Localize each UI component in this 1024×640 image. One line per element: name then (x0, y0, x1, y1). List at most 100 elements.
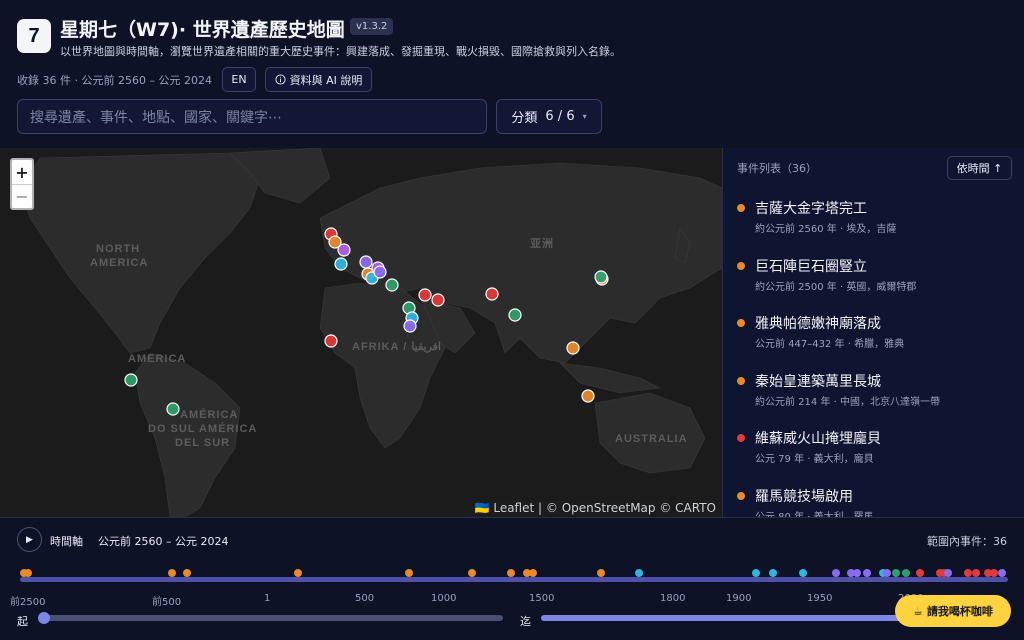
timeline-dot (902, 569, 910, 577)
map-label-north: NORTH (96, 243, 140, 255)
map-marker (166, 402, 180, 416)
timeline-dot (832, 569, 840, 577)
zoom-out-button[interactable]: − (12, 184, 32, 208)
timeline-dot (883, 569, 891, 577)
category-dot-icon (737, 434, 745, 442)
collection-meta: 收錄 36 件 · 公元前 2560 – 公元 2024 (17, 74, 212, 87)
category-dot-icon (737, 491, 745, 500)
event-name: 羅馬競技場啟用 (755, 488, 853, 505)
tick-label: 前2500 (10, 597, 46, 608)
map-label-america-central: AMERICA (128, 353, 186, 365)
map-attribution[interactable]: 🇺🇦 Leaflet | © OpenStreetMap © CARTO (470, 500, 720, 516)
event-list-panel: 事件列表（36） 依時間 ↑ 吉薩大金字塔完工 約公元前 2560 年 · 埃及，… (722, 148, 1024, 517)
map-marker (418, 288, 432, 302)
end-slider[interactable] (541, 615, 921, 621)
timeline-dot (972, 569, 980, 577)
map-label-australia: AUSTRALIA (615, 433, 688, 445)
start-slider-label: 起 (17, 615, 28, 628)
tick-label: 1000 (431, 593, 457, 604)
language-button[interactable]: EN (222, 67, 256, 92)
tick-label: 1900 (726, 593, 752, 604)
logo: 7 (17, 19, 51, 53)
event-detail: 公元 79 年 · 義大利，龐貝 (755, 454, 874, 465)
world-map[interactable]: NORTH AMERICA AMERICA AMÉRICA DO SUL AMÉ… (0, 148, 722, 517)
timeline-dot (916, 569, 924, 577)
play-button[interactable]: ▶ (17, 527, 42, 552)
coffee-icon: ☕ (913, 604, 923, 618)
timeline-dot (863, 569, 871, 577)
timeline-dot (597, 569, 605, 577)
timeline-markers (20, 569, 1006, 577)
map-marker (124, 373, 138, 387)
landmass-south-america (134, 352, 241, 517)
logo-mark: 7 (28, 24, 40, 47)
timeline-dot (405, 569, 413, 577)
timeline-dot (507, 569, 515, 577)
map-marker (385, 278, 399, 292)
category-label: 分類 (511, 111, 538, 126)
category-dot-icon (737, 261, 745, 270)
category-filter[interactable]: 分類 6 / 6 ▾ (496, 99, 602, 134)
event-name: 維蘇威火山掩埋龐貝 (755, 431, 881, 447)
timeline-dot (168, 569, 176, 577)
map-marker (337, 243, 351, 257)
map-label-do-sul: DO SUL AMÉRICA (148, 422, 257, 435)
tick-label: 前500 (152, 597, 182, 608)
map-marker (359, 255, 373, 269)
map-label-asia: 亚洲 (530, 237, 554, 250)
event-count: 範圍內事件：36 (927, 535, 1007, 548)
version-badge: v1.3.2 (350, 18, 394, 35)
timeline-dot (183, 569, 191, 577)
map-marker (403, 319, 417, 333)
page-subtitle: 以世界地圖與時間軸，瀏覽世界遺產相關的重大歷史事件：興建落成、發掘重現、戰火損毀… (60, 45, 621, 58)
search-input[interactable]: 搜尋遺產、事件、地點、國家、關鍵字⋯ (17, 99, 487, 134)
map-label-america: AMERICA (90, 257, 148, 269)
map-marker (334, 257, 348, 271)
chevron-down-icon: ▾ (582, 112, 587, 121)
coffee-button[interactable]: ☕ 請我喝杯咖啡 (895, 595, 1011, 627)
timeline-dot (752, 569, 760, 577)
timeline-dot (468, 569, 476, 577)
timeline-dot (998, 569, 1006, 577)
category-value: 6 / 6 (545, 109, 575, 124)
event-detail: 約公元前 2500 年 · 英國，威爾特郡 (755, 281, 917, 293)
landmass-indonesia (559, 362, 662, 394)
timeline-dot (769, 569, 777, 577)
event-name: 雅典帕德嫩神廟落成 (755, 316, 881, 332)
timeline-dot (799, 569, 807, 577)
info-button[interactable]: 資料與 AI 說明 (265, 67, 372, 92)
tick-label: 1950 (807, 593, 833, 604)
map-marker (594, 270, 608, 284)
zoom-in-button[interactable]: + (12, 160, 32, 184)
sort-button[interactable]: 依時間 ↑ (947, 156, 1012, 180)
tick-label: 1 (264, 593, 271, 604)
timeline-label: 時間軸 (50, 535, 83, 548)
timeline-dot (294, 569, 302, 577)
info-icon (275, 74, 286, 85)
start-slider[interactable] (41, 615, 503, 621)
event-name: 秦始皇連築萬里長城 (755, 373, 881, 390)
event-detail: 約公元前 2560 年 · 埃及，吉薩 (755, 224, 897, 235)
timeline-dot (964, 569, 972, 577)
timeline-dot (529, 569, 537, 577)
timeline-range: 公元前 2560 – 公元 2024 (98, 535, 229, 548)
event-detail: 公元前 447–432 年 · 希臘，雅典 (755, 339, 905, 350)
map-label-africa: AFRIKA / افريقيا (352, 341, 441, 353)
timeline-dot (24, 569, 32, 577)
event-list-heading: 事件列表（36） (737, 162, 817, 175)
map-marker (324, 334, 338, 348)
timeline-dot (990, 569, 998, 577)
map-label-america-sul: AMÉRICA (180, 408, 238, 421)
end-slider-label: 迄 (520, 615, 531, 628)
event-detail: 公元 80 年 · 義大利，羅馬 (755, 511, 874, 518)
map-marker (581, 389, 595, 403)
map-marker (566, 341, 580, 355)
map-marker (508, 308, 522, 322)
start-slider-handle[interactable] (38, 612, 50, 624)
map-canvas: NORTH AMERICA AMERICA AMÉRICA DO SUL AMÉ… (19, 148, 722, 517)
event-name: 巨石陣巨石圈豎立 (755, 258, 867, 275)
tick-label: 1500 (529, 593, 555, 604)
map-marker (431, 293, 445, 307)
map-marker (485, 287, 499, 301)
info-button-label: 資料與 AI 說明 (289, 73, 363, 87)
